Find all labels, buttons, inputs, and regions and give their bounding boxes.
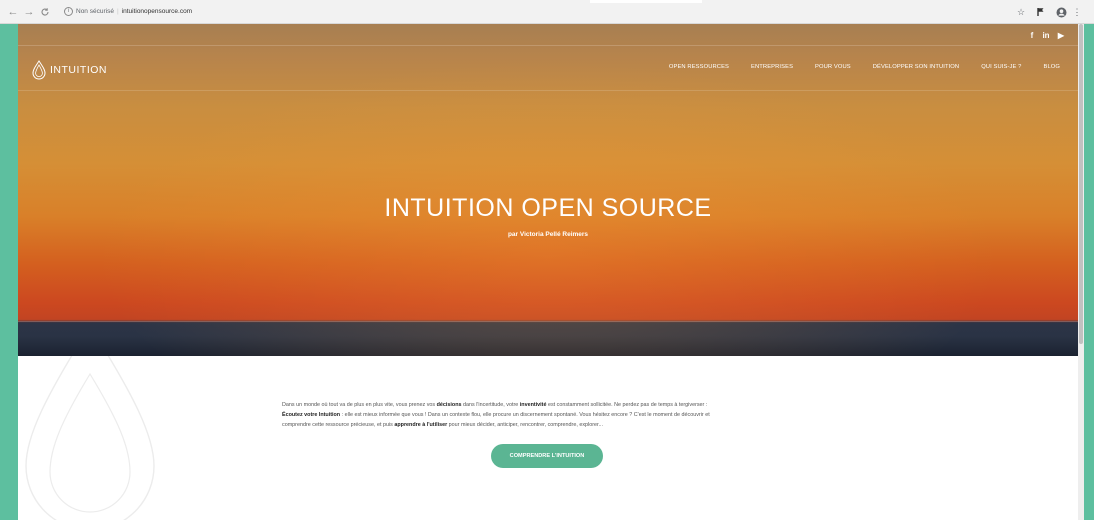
drop-logo-icon <box>32 60 46 80</box>
account-icon[interactable] <box>1054 5 1068 19</box>
star-icon[interactable]: ☆ <box>1014 5 1028 19</box>
intro-bold-ecoutez: Écoutez votre Intuition <box>282 412 341 418</box>
scrollbar-thumb[interactable] <box>1079 24 1083 344</box>
back-arrow-icon[interactable]: ← <box>6 5 20 19</box>
intro-text: pour mieux décider, anticiper, rencontre… <box>447 422 603 428</box>
address-separator: | <box>116 8 119 15</box>
right-frame <box>1084 24 1094 520</box>
intro-text: comprendre cette ressource précieuse, et… <box>282 422 395 428</box>
security-label: Non sécurisé <box>76 8 114 15</box>
nav-item-blog[interactable]: BLOG <box>1043 64 1060 70</box>
address-url: intuitionopensource.com <box>121 8 193 15</box>
nav-item-pour-vous[interactable]: POUR VOUS <box>815 64 851 70</box>
tab-strip-highlight <box>590 0 702 3</box>
hero-title: INTUITION OPEN SOURCE <box>384 194 712 222</box>
intro-section: Dans un monde où tout va de plus en plus… <box>18 356 1078 520</box>
horizon-line <box>18 321 1078 322</box>
linkedin-icon[interactable]: in <box>1040 30 1052 42</box>
browser-toolbar: ← → i Non sécurisé | intuitionopensource.co… <box>0 0 1094 24</box>
nav-item-developper[interactable]: DÉVELOPPER SON INTUITION <box>873 64 959 70</box>
kebab-menu-icon[interactable]: ⋮ <box>1070 5 1084 19</box>
intro-bold-apprendre: apprendre à l'utiliser <box>394 422 448 428</box>
intro-paragraph: Dans un monde où tout va de plus en plus… <box>282 400 814 430</box>
left-frame <box>0 24 18 520</box>
decorative-drop-icon <box>25 356 155 520</box>
hero-section: f in ▶ INTUITION OPEN RESSOURCES ENTREPR… <box>18 24 1078 356</box>
flag-icon[interactable] <box>1034 5 1048 19</box>
intro-bold-decisions: décisions <box>436 402 462 408</box>
info-icon[interactable]: i <box>64 6 73 16</box>
nav-item-entreprises[interactable]: ENTREPRISES <box>751 64 793 70</box>
main-nav: OPEN RESSOURCES ENTREPRISES POUR VOUS DÉ… <box>647 64 1060 70</box>
hero-subtitle: par Victoria Pellé Reimers <box>507 231 589 238</box>
youtube-icon[interactable]: ▶ <box>1056 30 1066 42</box>
browser-window: ← → i Non sécurisé | intuitionopensource.co… <box>0 0 1094 520</box>
intro-text: Dans un monde où tout va de plus en plus… <box>282 402 437 408</box>
site-logo[interactable]: INTUITION <box>32 59 107 81</box>
forward-arrow-icon[interactable]: → <box>22 5 36 19</box>
comprendre-intuition-button[interactable]: COMPRENDRE L'INTUITION <box>491 444 603 468</box>
intro-text: est constamment sollicitée. Ne perdez pa… <box>546 402 708 408</box>
nav-divider <box>18 90 1078 91</box>
facebook-icon[interactable]: f <box>1028 30 1036 42</box>
intro-text: : elle est mieux informée que vous ! Dan… <box>340 412 710 418</box>
nav-item-open-ressources[interactable]: OPEN RESSOURCES <box>669 64 729 70</box>
intro-bold-inventivite: inventivité <box>519 402 547 408</box>
page-viewport: f in ▶ INTUITION OPEN RESSOURCES ENTREPR… <box>18 24 1078 520</box>
logo-text: INTUITION <box>50 64 107 76</box>
intro-text: dans l'incertitude, votre <box>461 402 520 408</box>
hero-sun-glow <box>18 24 1078 356</box>
reload-icon[interactable] <box>38 5 52 19</box>
topbar-divider <box>18 45 1078 46</box>
nav-item-qui-suis-je[interactable]: QUI SUIS-JE ? <box>981 64 1021 70</box>
address-bar[interactable]: i Non sécurisé | intuitionopensource.com <box>64 6 192 18</box>
